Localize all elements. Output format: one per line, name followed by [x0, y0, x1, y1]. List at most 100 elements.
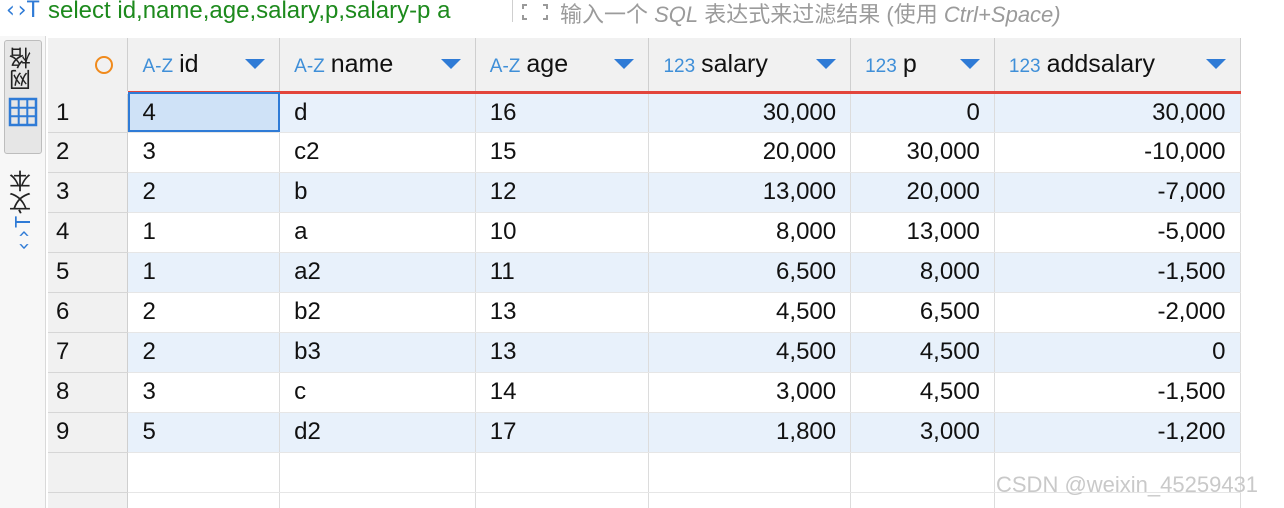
cell-salary[interactable]: 4,500 [648, 292, 852, 333]
chevron-down-icon[interactable] [245, 59, 266, 69]
row-number[interactable]: 5 [48, 252, 129, 293]
table-row[interactable]: 8 3 c 14 3,000 4,500 -1,500 [48, 372, 1284, 413]
cell-id[interactable]: 2 [127, 332, 281, 373]
cell-age[interactable]: 15 [475, 132, 650, 173]
cell-id[interactable]: 2 [127, 292, 281, 333]
header-filler [1240, 38, 1284, 92]
table-row[interactable]: 7 2 b3 13 4,500 4,500 0 [48, 332, 1284, 373]
cell-salary[interactable]: 20,000 [648, 132, 852, 173]
sql-editor-icon[interactable]: ‹›T [4, 0, 40, 23]
cell-age[interactable]: 13 [475, 292, 650, 333]
cell-addsalary[interactable]: 0 [994, 332, 1241, 373]
table-row[interactable]: 6 2 b2 13 4,500 6,500 -2,000 [48, 292, 1284, 333]
table-row[interactable]: 3 2 b 12 13,000 20,000 -7,000 [48, 172, 1284, 213]
cell-name[interactable]: b2 [279, 292, 476, 333]
cell-id[interactable]: 3 [127, 132, 281, 173]
cell-id[interactable]: 1 [127, 252, 281, 293]
cell-p[interactable]: 3,000 [850, 412, 995, 453]
filter-input[interactable]: 输入一个 SQL 表达式来过滤结果 (使用 Ctrl+Space) [560, 0, 1061, 29]
cell-age[interactable]: 14 [475, 372, 650, 413]
row-number[interactable]: 8 [48, 372, 129, 413]
tab-grid[interactable]: 网格 [4, 40, 42, 154]
cell-age[interactable]: 12 [475, 172, 650, 213]
column-header-addsalary[interactable]: 123 addsalary [994, 38, 1241, 94]
table-row[interactable]: 1 4 d 16 30,000 0 30,000 [48, 92, 1284, 133]
table-row[interactable]: 2 3 c2 15 20,000 30,000 -10,000 [48, 132, 1284, 173]
cell-age[interactable]: 13 [475, 332, 650, 373]
cell-name[interactable]: c2 [279, 132, 476, 173]
cell-p[interactable]: 6,500 [850, 292, 995, 333]
tab-text[interactable]: 文本 ‹›T [4, 164, 42, 260]
row-number[interactable]: 7 [48, 332, 129, 373]
cell-name[interactable]: a2 [279, 252, 476, 293]
cell-p[interactable]: 20,000 [850, 172, 995, 213]
cell-salary[interactable]: 3,000 [648, 372, 852, 413]
cell-age[interactable]: 10 [475, 212, 650, 253]
placeholder-part: 输入一个 [560, 2, 655, 27]
cell-p[interactable]: 0 [850, 92, 995, 133]
cell-id[interactable]: 5 [127, 412, 281, 453]
empty-cell [475, 492, 650, 508]
column-header-name[interactable]: A-Z name [279, 38, 476, 94]
chevron-down-icon[interactable] [959, 59, 980, 69]
row-number[interactable]: 9 [48, 412, 129, 453]
cell-age[interactable]: 16 [475, 92, 650, 133]
cell-salary[interactable]: 6,500 [648, 252, 852, 293]
column-header-age[interactable]: A-Z age [475, 38, 650, 94]
select-all-circle-icon[interactable] [94, 55, 113, 74]
cell-salary[interactable]: 4,500 [648, 332, 852, 373]
cell-addsalary[interactable]: -5,000 [994, 212, 1241, 253]
cell-age[interactable]: 17 [475, 412, 650, 453]
cell-p[interactable]: 13,000 [850, 212, 995, 253]
row-number[interactable]: 6 [48, 292, 129, 333]
column-header-p[interactable]: 123 p [850, 38, 995, 94]
cell-id[interactable]: 4 [127, 92, 281, 133]
cell-p[interactable]: 4,500 [850, 372, 995, 413]
cell-salary[interactable]: 13,000 [648, 172, 852, 213]
cell-name[interactable]: b [279, 172, 476, 213]
empty-cell [279, 492, 476, 508]
cell-name[interactable]: d [279, 92, 476, 133]
row-number[interactable]: 2 [48, 132, 129, 173]
text-icon: ‹›T [11, 215, 35, 253]
table-row[interactable]: 9 5 d2 17 1,800 3,000 -1,200 [48, 412, 1284, 453]
cell-p[interactable]: 8,000 [850, 252, 995, 293]
expand-icon[interactable] [520, 2, 550, 22]
cell-addsalary[interactable]: -2,000 [994, 292, 1241, 333]
cell-id[interactable]: 3 [127, 372, 281, 413]
chevron-down-icon[interactable] [440, 59, 461, 69]
type-tag: 123 [663, 55, 696, 77]
cell-p[interactable]: 30,000 [850, 132, 995, 173]
table-row[interactable]: 5 1 a2 11 6,500 8,000 -1,500 [48, 252, 1284, 293]
cell-addsalary[interactable]: -10,000 [994, 132, 1241, 173]
chevron-down-icon[interactable] [816, 59, 837, 69]
sql-query-text[interactable]: select id,name,age,salary,p,salary-p a [48, 0, 450, 25]
cell-age[interactable]: 11 [475, 252, 650, 293]
cell-salary[interactable]: 1,800 [648, 412, 852, 453]
cell-salary[interactable]: 30,000 [648, 92, 852, 133]
cell-addsalary[interactable]: -1,500 [994, 372, 1241, 413]
row-number[interactable]: 4 [48, 212, 129, 253]
chevron-down-icon[interactable] [1205, 59, 1226, 69]
column-name: name [330, 49, 394, 78]
cell-id[interactable]: 1 [127, 212, 281, 253]
row-number[interactable]: 1 [48, 92, 129, 133]
cell-name[interactable]: a [279, 212, 476, 253]
chevron-down-icon[interactable] [614, 59, 635, 69]
table-row[interactable]: 4 1 a 10 8,000 13,000 -5,000 [48, 212, 1284, 253]
cell-name[interactable]: b3 [279, 332, 476, 373]
cell-addsalary[interactable]: 30,000 [994, 92, 1241, 133]
cell-addsalary[interactable]: -1,200 [994, 412, 1241, 453]
cell-id[interactable]: 2 [127, 172, 281, 213]
column-header-id[interactable]: A-Z id [127, 38, 281, 94]
row-number[interactable]: 3 [48, 172, 129, 213]
cell-addsalary[interactable]: -1,500 [994, 252, 1241, 293]
row-number-header[interactable] [48, 38, 129, 94]
column-header-salary[interactable]: 123 salary [648, 38, 852, 94]
empty-cell [850, 492, 995, 508]
cell-salary[interactable]: 8,000 [648, 212, 852, 253]
cell-name[interactable]: c [279, 372, 476, 413]
cell-p[interactable]: 4,500 [850, 332, 995, 373]
cell-addsalary[interactable]: -7,000 [994, 172, 1241, 213]
cell-name[interactable]: d2 [279, 412, 476, 453]
